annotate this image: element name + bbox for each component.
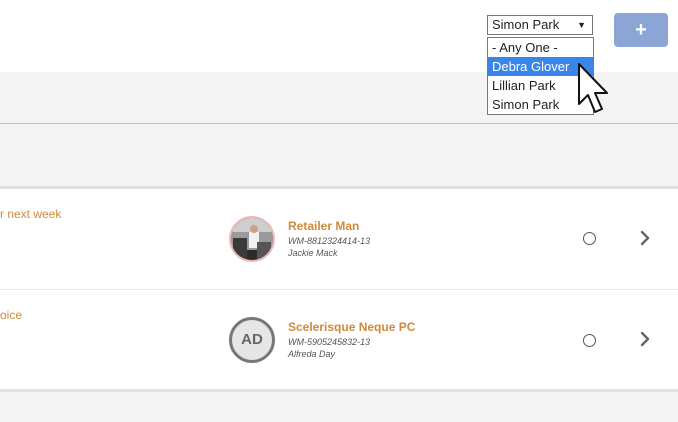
task-title[interactable]: r next week [0,207,61,221]
work-id: WM-8812324414-13 [288,236,371,246]
add-button[interactable]: + [614,13,668,47]
chevron-right-icon[interactable] [637,331,653,347]
assignee-select-value: Simon Park [492,17,560,32]
avatar-photo-icon [231,218,273,260]
contact-name: Jackie Mack [288,248,338,258]
chevron-right-icon[interactable] [637,230,653,246]
assignee-select[interactable]: Simon Park ▼ [487,15,593,35]
section-header-band [0,124,678,186]
plus-icon: + [635,19,647,41]
list-item[interactable]: r next week Retailer Man WM-8812324414-1… [0,189,678,289]
dropdown-option[interactable]: - Any One - [488,38,593,57]
task-title[interactable]: oice [0,308,22,322]
contact-name: Alfreda Day [288,349,336,359]
dropdown-arrow-icon: ▼ [577,20,586,30]
list-item[interactable]: oice AD Scelerisque Neque PC WM-59052458… [0,290,678,390]
company-name[interactable]: Retailer Man [288,219,359,233]
work-id: WM-5905245832-13 [288,337,371,347]
avatar [229,216,275,262]
mouse-pointer-icon [578,63,608,113]
footer-band [0,392,678,422]
radio-icon[interactable] [583,334,596,347]
avatar: AD [229,317,275,363]
radio-icon[interactable] [583,232,596,245]
company-name[interactable]: Scelerisque Neque PC [288,320,415,334]
